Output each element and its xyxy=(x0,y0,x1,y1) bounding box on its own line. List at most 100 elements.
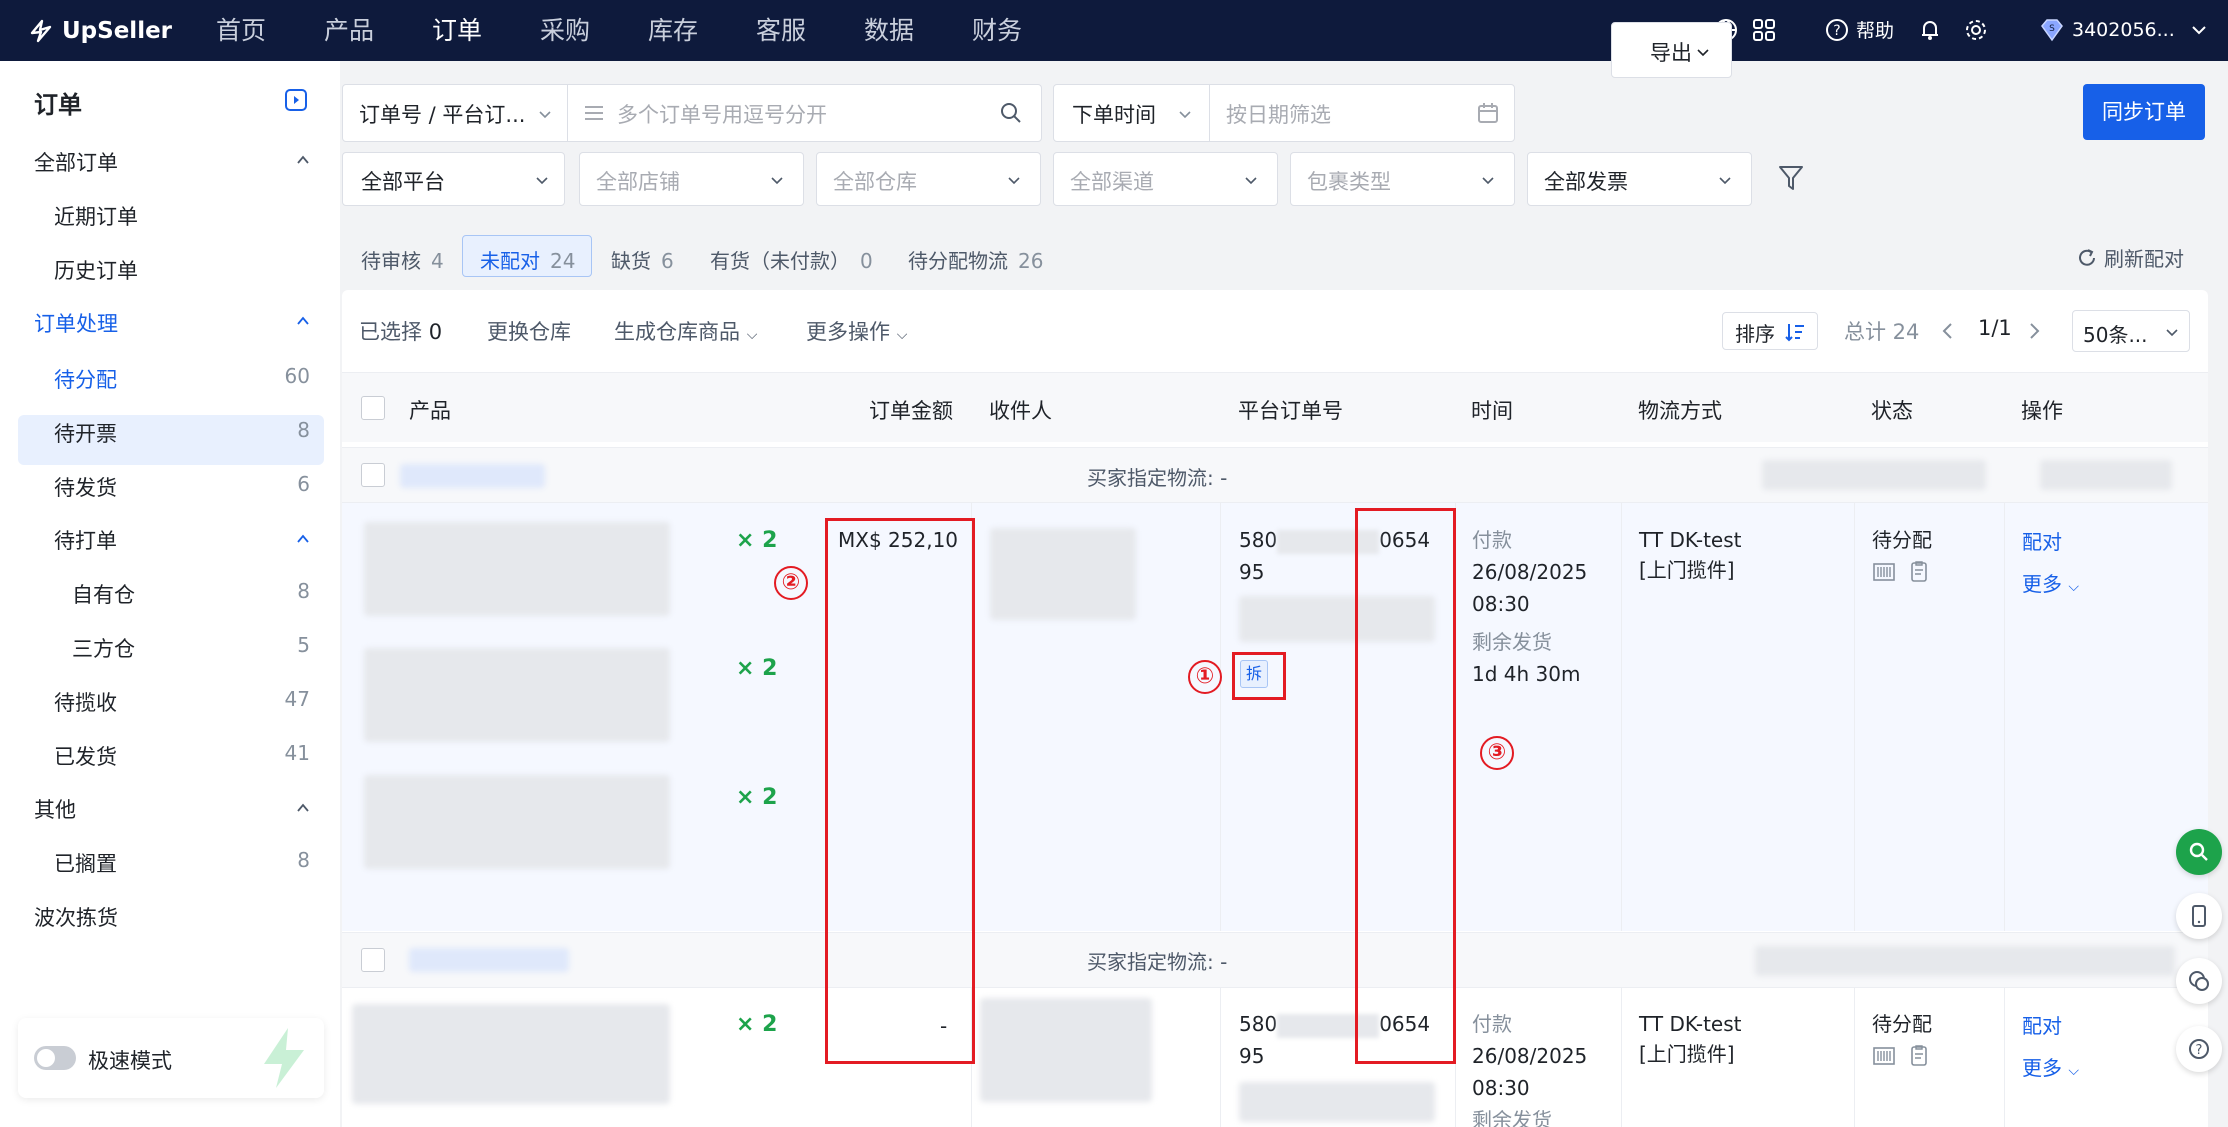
floating-mobile-button[interactable] xyxy=(2176,893,2222,939)
speed-mode-toggle[interactable] xyxy=(34,1046,76,1070)
sync-orders-button[interactable]: 同步订单 xyxy=(2083,84,2205,140)
sidebar-count: 41 xyxy=(284,741,310,765)
filter-funnel-icon[interactable] xyxy=(1778,164,1804,192)
gear-icon[interactable] xyxy=(1962,16,1990,44)
remaining-ship-label: 剩余发货 xyxy=(1472,1108,1552,1127)
channel-select[interactable]: 全部渠道 xyxy=(1053,152,1278,206)
sidebar-item-pending-shipment[interactable]: 待发货 xyxy=(54,472,117,502)
apps-grid-icon[interactable] xyxy=(1750,16,1778,44)
order-number-type-select[interactable]: 订单号 / 平台订... xyxy=(359,99,525,129)
export-button[interactable]: 导出 xyxy=(1611,22,1732,78)
more-actions-button[interactable]: 更多操作 ⌵ xyxy=(806,316,907,346)
order-info-blurred xyxy=(1239,1082,1435,1122)
change-warehouse-button[interactable]: 更换仓库 xyxy=(487,316,571,346)
package-type-select[interactable]: 包裹类型 xyxy=(1290,152,1515,206)
upseller-logo[interactable]: UpSeller xyxy=(28,14,172,48)
sidebar-item-pending-invoice[interactable]: 待开票 xyxy=(54,418,117,448)
tab-count: 6 xyxy=(661,249,674,273)
sidebar-item-all-orders[interactable]: 全部订单 xyxy=(34,147,118,177)
nav-inventory[interactable]: 库存 xyxy=(648,0,698,61)
clipboard-icon[interactable] xyxy=(1909,1044,1929,1066)
svg-text:S: S xyxy=(2049,24,2055,34)
order-search-input[interactable]: 多个订单号用逗号分开 xyxy=(617,99,827,129)
refresh-pairing-button[interactable]: 刷新配对 xyxy=(2076,243,2184,272)
order-checkbox[interactable] xyxy=(361,463,385,487)
nav-customer-service[interactable]: 客服 xyxy=(756,0,806,61)
logistics-method: TT DK-test xyxy=(1639,528,1742,552)
barcode-icon[interactable] xyxy=(1873,1046,1895,1066)
prev-page-icon[interactable] xyxy=(1940,320,1956,342)
logistics-method: TT DK-test xyxy=(1639,1012,1742,1036)
nav-purchase[interactable]: 采购 xyxy=(540,0,590,61)
chevron-down-icon xyxy=(1008,177,1020,185)
store-select[interactable]: 全部店铺 xyxy=(579,152,804,206)
platform-order-number-line2: 95 xyxy=(1239,560,1265,584)
platform-select[interactable]: 全部平台 xyxy=(342,152,565,206)
product-item-blurred xyxy=(364,775,670,869)
more-button[interactable]: 更多 ⌵ xyxy=(2022,568,2079,597)
account-menu[interactable]: S 3402056... xyxy=(2038,16,2211,44)
sidebar-item-recent-orders[interactable]: 近期订单 xyxy=(54,201,138,231)
nav-finance[interactable]: 财务 xyxy=(972,0,1022,61)
date-range-input[interactable]: 按日期筛选 xyxy=(1226,99,1331,129)
nav-products[interactable]: 产品 xyxy=(324,0,374,61)
chevron-up-icon[interactable] xyxy=(296,314,310,328)
next-page-icon[interactable] xyxy=(2026,320,2042,342)
chevron-up-icon[interactable] xyxy=(296,153,310,167)
floating-chat-button[interactable] xyxy=(2176,958,2222,1004)
nav-home[interactable]: 首页 xyxy=(216,0,266,61)
tab-unpaired[interactable]: 未配对 24 xyxy=(480,245,575,274)
annotation-number-1: ① xyxy=(1188,660,1222,694)
generate-warehouse-goods-button[interactable]: 生成仓库商品 ⌵ xyxy=(614,316,757,346)
sidebar-item-wave-picking[interactable]: 波次拣货 xyxy=(34,902,118,932)
tab-count: 0 xyxy=(860,249,873,273)
more-actions-label: 更多操作 xyxy=(806,320,890,344)
order-meta-blurred xyxy=(2040,460,2172,490)
nav-data[interactable]: 数据 xyxy=(864,0,914,61)
more-button[interactable]: 更多 ⌵ xyxy=(2022,1052,2079,1081)
invoice-select[interactable]: 全部发票 xyxy=(1527,152,1752,206)
paid-label: 付款 xyxy=(1472,1012,1512,1036)
time-type-select[interactable]: 下单时间 xyxy=(1072,99,1156,129)
order-number-prefix: 580 xyxy=(1239,528,1278,552)
tab-out-of-stock[interactable]: 缺货 6 xyxy=(611,245,674,274)
barcode-icon[interactable] xyxy=(1873,562,1895,582)
bell-icon[interactable] xyxy=(1916,16,1944,44)
floating-help-button[interactable]: ? xyxy=(2176,1026,2222,1072)
chevron-up-icon[interactable] xyxy=(296,801,310,815)
tab-pending-logistics[interactable]: 待分配物流 26 xyxy=(908,245,1043,274)
floating-search-button[interactable] xyxy=(2176,829,2222,875)
col-actions: 操作 xyxy=(2021,399,2063,423)
select-all-checkbox[interactable] xyxy=(361,396,385,420)
chevron-down-icon xyxy=(771,177,783,185)
sidebar-item-pending-print[interactable]: 待打单 xyxy=(54,525,117,555)
calendar-icon[interactable] xyxy=(1476,101,1500,125)
remaining-ship-label: 剩余发货 xyxy=(1472,630,1552,654)
pair-button[interactable]: 配对 xyxy=(2022,526,2062,555)
clipboard-icon[interactable] xyxy=(1909,560,1929,582)
tab-in-stock-unpaid[interactable]: 有货（未付款） 0 xyxy=(710,245,873,274)
warehouse-select[interactable]: 全部仓库 xyxy=(816,152,1041,206)
sort-button[interactable]: 排序 xyxy=(1722,312,1818,350)
help-button[interactable]: ? 帮助 xyxy=(1824,16,1894,43)
pair-button[interactable]: 配对 xyxy=(2022,1010,2062,1039)
sidebar-count: 8 xyxy=(297,579,310,603)
sidebar-item-shipped[interactable]: 已发货 xyxy=(54,741,117,771)
chevron-up-icon[interactable] xyxy=(296,532,310,546)
sidebar-item-pending-allocation[interactable]: 待分配 xyxy=(54,364,117,394)
sidebar-item-history-orders[interactable]: 历史订单 xyxy=(54,255,138,285)
search-icon[interactable] xyxy=(999,101,1023,125)
sidebar-item-own-warehouse[interactable]: 自有仓 xyxy=(72,579,135,609)
tab-pending-review[interactable]: 待审核 4 xyxy=(361,245,444,274)
sidebar-item-pending-pickup[interactable]: 待揽收 xyxy=(54,687,117,717)
sidebar-item-shelved[interactable]: 已搁置 xyxy=(54,848,117,878)
sidebar-item-others[interactable]: 其他 xyxy=(34,794,76,824)
annotation-box-order-number xyxy=(1355,508,1456,1064)
order-checkbox[interactable] xyxy=(361,948,385,972)
chevron-down-icon xyxy=(539,111,551,119)
sidebar-item-third-party-warehouse[interactable]: 三方仓 xyxy=(72,633,135,663)
sidebar-item-order-processing[interactable]: 订单处理 xyxy=(34,308,118,338)
page-size-select[interactable]: 50条... xyxy=(2072,310,2190,352)
collapse-sidebar-icon[interactable] xyxy=(285,89,307,111)
nav-orders[interactable]: 订单 xyxy=(432,0,482,61)
